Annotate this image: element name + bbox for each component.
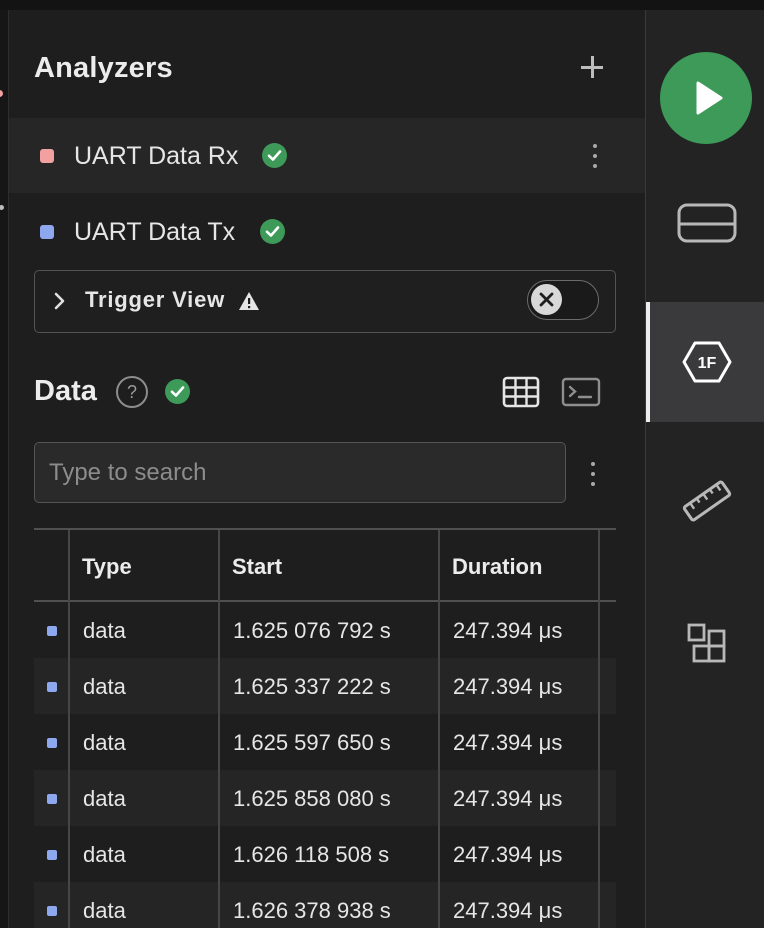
table-row[interactable]: data 1.625 858 080 s 247.394 μs xyxy=(34,770,616,826)
column-header-type[interactable]: Type xyxy=(69,530,219,602)
column-divider[interactable] xyxy=(218,530,220,928)
cell-type: data xyxy=(83,674,126,699)
play-icon xyxy=(696,81,723,115)
row-marker xyxy=(47,626,57,636)
ruler-icon xyxy=(682,480,732,522)
row-marker xyxy=(47,850,57,860)
check-icon xyxy=(165,379,190,404)
close-icon xyxy=(539,292,554,307)
cell-type: data xyxy=(83,618,126,643)
add-analyzer-button[interactable] xyxy=(579,54,605,80)
cell-duration: 247.394 μs xyxy=(453,730,563,755)
trigger-view-bar[interactable]: Trigger View xyxy=(34,270,616,333)
cell-start: 1.626 118 508 s xyxy=(233,842,390,867)
check-icon xyxy=(262,143,287,168)
extensions-icon xyxy=(687,623,726,663)
cell-type: data xyxy=(83,842,126,867)
extensions-button[interactable] xyxy=(646,582,764,702)
table-row[interactable]: data 1.625 337 222 s 247.394 μs xyxy=(34,658,616,714)
analyzers-title: Analyzers xyxy=(34,52,173,84)
analyzer-item-uart-tx[interactable]: UART Data Tx xyxy=(9,194,645,269)
cell-start: 1.625 337 222 s xyxy=(233,674,391,699)
cell-duration: 247.394 μs xyxy=(453,618,563,643)
analyzers-panel: Analyzers UART Data Rx UART Data Tx Trig… xyxy=(9,10,645,928)
toggle-knob xyxy=(531,284,562,315)
check-icon xyxy=(260,219,285,244)
analyzers-tab-button[interactable]: 1F xyxy=(646,302,764,422)
row-marker xyxy=(47,682,57,692)
channel-marker-rx xyxy=(0,90,3,97)
analyzer-item-uart-rx[interactable]: UART Data Rx xyxy=(9,118,645,193)
cell-start: 1.626 378 938 s xyxy=(233,898,391,923)
analyzer-color-swatch xyxy=(40,225,54,239)
device-icon xyxy=(677,203,737,243)
cell-duration: 247.394 μs xyxy=(453,842,563,867)
trigger-view-toggle[interactable] xyxy=(527,280,599,320)
search-options-menu-icon[interactable] xyxy=(590,462,596,486)
analyzers-1f-icon: 1F xyxy=(682,341,732,383)
column-header-start[interactable]: Start xyxy=(219,530,439,602)
warning-icon xyxy=(239,292,259,310)
cell-type: data xyxy=(83,898,126,923)
analyzer-menu-icon[interactable] xyxy=(592,144,598,168)
analyzer-label: UART Data Rx xyxy=(74,142,239,170)
analyzer-label: UART Data Tx xyxy=(74,218,236,246)
data-section-title: Data xyxy=(34,375,97,407)
table-row[interactable]: data 1.626 378 938 s 247.394 μs xyxy=(34,882,616,928)
terminal-icon[interactable] xyxy=(561,377,601,407)
table-view-icon[interactable] xyxy=(502,376,540,408)
table-row[interactable]: data 1.625 076 792 s 247.394 μs xyxy=(34,602,616,658)
cell-type: data xyxy=(83,730,126,755)
table-row[interactable]: data 1.626 118 508 s 247.394 μs xyxy=(34,826,616,882)
svg-text:1F: 1F xyxy=(698,355,717,372)
cell-type: data xyxy=(83,786,126,811)
trigger-view-label: Trigger View xyxy=(85,287,226,312)
device-settings-button[interactable] xyxy=(646,162,764,282)
search-input[interactable] xyxy=(34,442,566,503)
start-capture-button[interactable] xyxy=(660,52,752,144)
row-marker xyxy=(47,738,57,748)
row-marker xyxy=(47,794,57,804)
chevron-right-icon[interactable] xyxy=(53,291,67,311)
cell-duration: 247.394 μs xyxy=(453,674,563,699)
cell-start: 1.625 076 792 s xyxy=(233,618,391,643)
waveform-edge-strip xyxy=(0,10,9,928)
column-divider[interactable] xyxy=(438,530,440,928)
measurements-button[interactable] xyxy=(646,442,764,562)
table-row[interactable]: data 1.625 597 650 s 247.394 μs xyxy=(34,714,616,770)
analyzer-color-swatch xyxy=(40,149,54,163)
column-header-duration[interactable]: Duration xyxy=(439,530,599,602)
cell-duration: 247.394 μs xyxy=(453,786,563,811)
cell-duration: 247.394 μs xyxy=(453,898,563,923)
help-icon[interactable]: ? xyxy=(116,376,148,408)
cell-start: 1.625 597 650 s xyxy=(233,730,391,755)
right-toolbar: 1F xyxy=(645,10,764,928)
data-table: Type Start Duration data 1.625 076 792 s… xyxy=(34,528,616,928)
cell-start: 1.625 858 080 s xyxy=(233,786,391,811)
row-marker xyxy=(47,906,57,916)
channel-marker-dot xyxy=(0,205,4,210)
column-divider[interactable] xyxy=(598,530,600,928)
column-divider[interactable] xyxy=(68,530,70,928)
